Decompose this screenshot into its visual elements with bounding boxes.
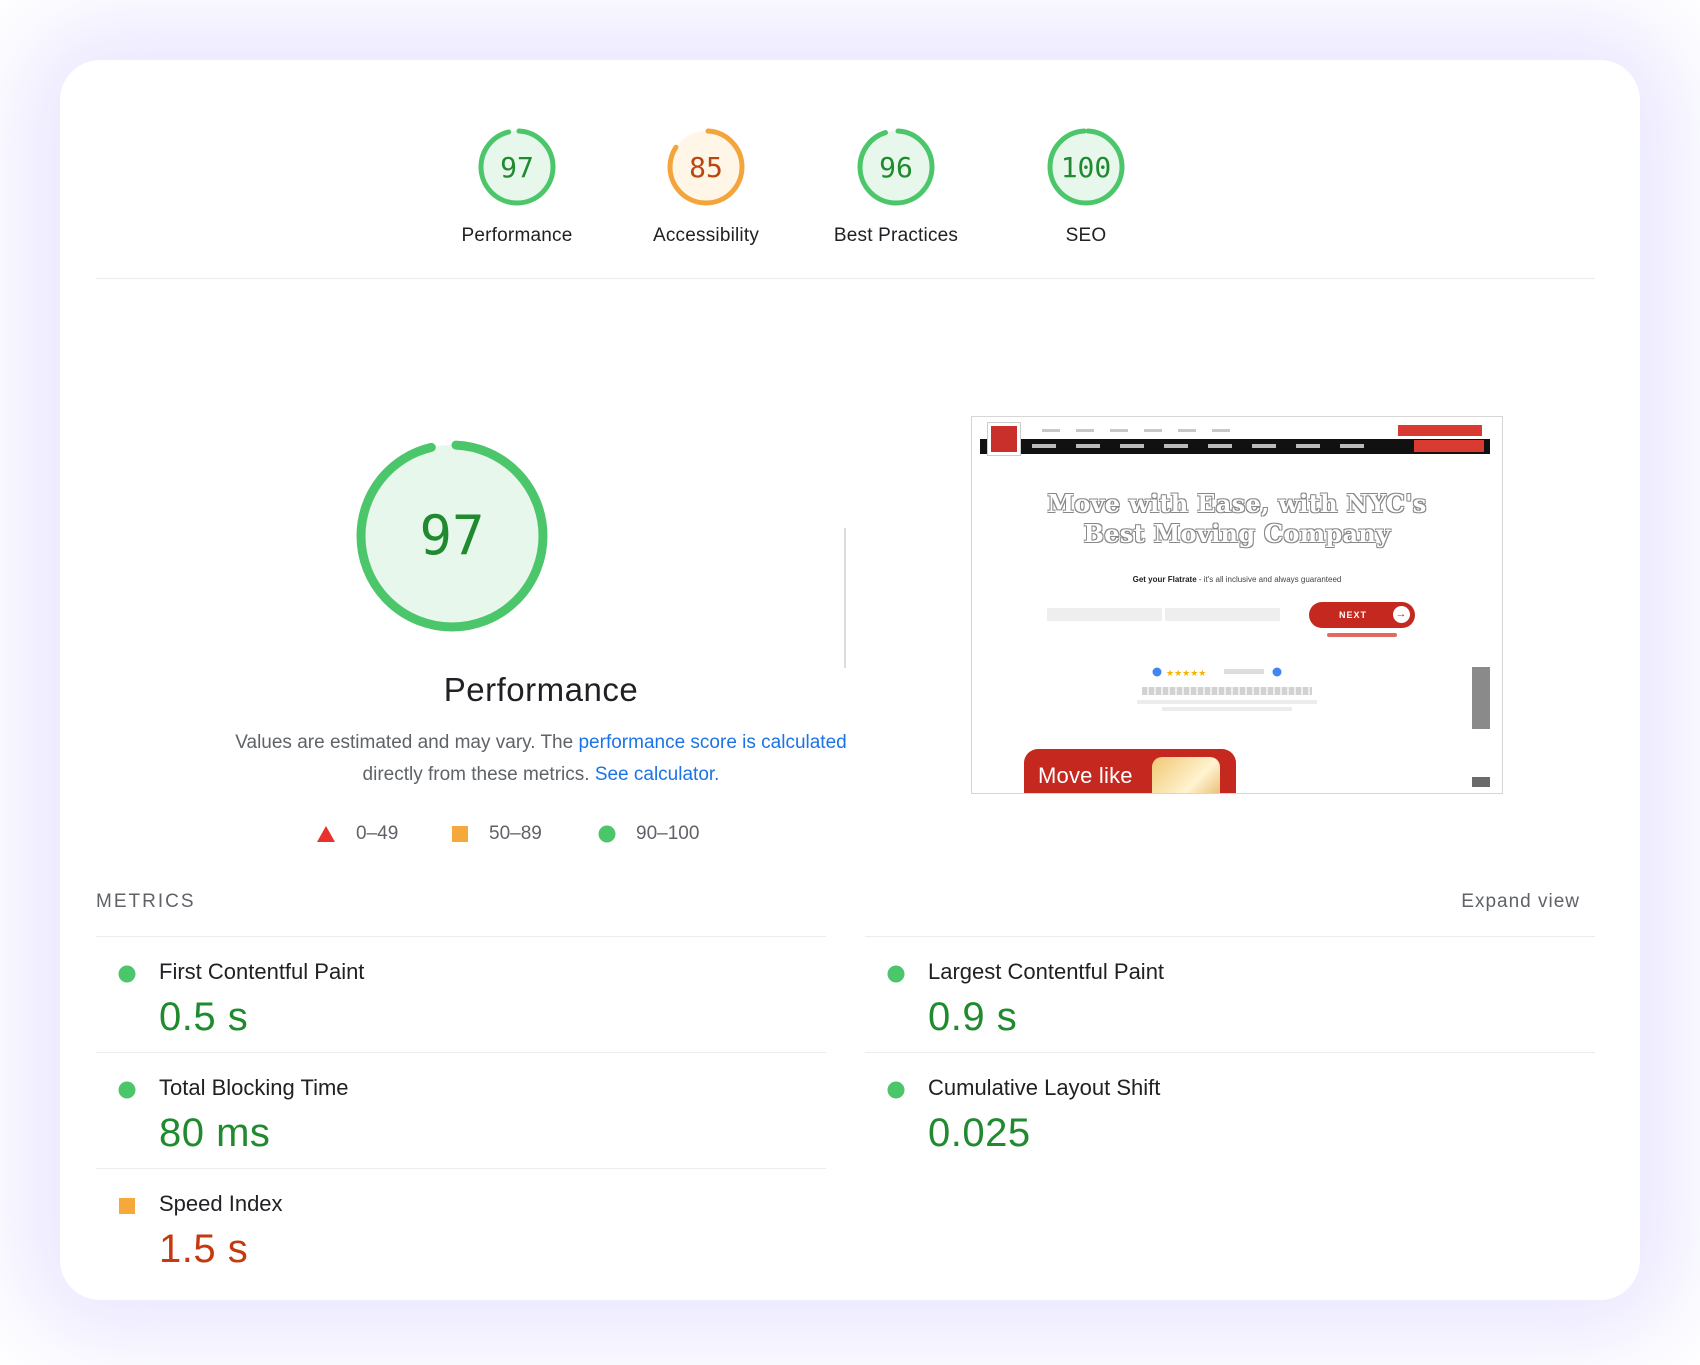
- site-subheadline: Get your Flatrate - it's all inclusive a…: [972, 575, 1502, 584]
- pass-circle-icon: [118, 1081, 136, 1104]
- vertical-divider: [844, 528, 846, 668]
- square-icon: [452, 826, 468, 842]
- performance-description: Values are estimated and may vary. The p…: [221, 727, 861, 791]
- gauge-performance[interactable]: 97 Performance: [437, 127, 597, 247]
- sub-rest: - it's all inclusive and always guarante…: [1196, 575, 1342, 584]
- gauge-label: SEO: [1065, 225, 1107, 246]
- expand-view-toggle[interactable]: Expand view: [1461, 891, 1580, 913]
- gauge-ring: 97: [478, 128, 556, 206]
- site-navbar-links: [1032, 444, 1382, 448]
- gauge-accessibility[interactable]: 85 Accessibility: [626, 127, 786, 247]
- description-text: directly from these metrics.: [362, 764, 595, 785]
- average-square-icon: [118, 1197, 136, 1220]
- pass-circle-icon: [887, 1081, 905, 1104]
- performance-score-link[interactable]: performance score is calculated: [578, 732, 846, 753]
- next-button: NEXT: [1309, 602, 1415, 628]
- gauge-label: Best Practices: [833, 225, 959, 246]
- sub-bold: Get your Flatrate: [1132, 575, 1197, 584]
- gauge-ring: 85: [667, 128, 745, 206]
- gauge-best-practices[interactable]: 96 Best Practices: [816, 127, 976, 247]
- legend-range: 0–49: [356, 823, 399, 844]
- gauge-label: Accessibility: [652, 225, 760, 246]
- metric-name: First Contentful Paint: [159, 959, 365, 984]
- score-legend: 0–49 50–89 90–100: [241, 823, 841, 853]
- performance-title: Performance: [443, 671, 639, 708]
- moving-from-field: [1047, 608, 1162, 621]
- metric-total-blocking-time: Total Blocking Time 80 ms: [96, 1052, 826, 1168]
- gauge-score: 96: [879, 151, 913, 184]
- metric-name: Speed Index: [159, 1191, 283, 1216]
- divider: [96, 278, 1595, 279]
- metric-name: Cumulative Layout Shift: [928, 1075, 1161, 1100]
- triangle-icon: [317, 826, 335, 842]
- metric-value: 80 ms: [159, 1111, 271, 1155]
- svg-text:★★★★★: ★★★★★: [1166, 669, 1206, 677]
- category-gauges: 97 Performance 85 Accessibility 96 Best …: [91, 91, 1600, 279]
- description-text: Values are estimated and may vary. The: [235, 732, 579, 753]
- chat-widget: [1472, 777, 1490, 787]
- metric-name: Largest Contentful Paint: [928, 959, 1165, 984]
- promo-banner: Move like: [1024, 749, 1236, 793]
- promo-image: [1152, 757, 1220, 793]
- lighthouse-report: 97 Performance 85 Accessibility 96 Best …: [91, 91, 1600, 1271]
- site-logo: [988, 423, 1020, 455]
- legend-range: 50–89: [489, 823, 542, 844]
- review-text: [1137, 700, 1317, 704]
- pass-circle-icon: [118, 965, 136, 988]
- headline-line: Best Moving Company: [1083, 519, 1391, 548]
- review-stars: ★★★★★: [1152, 667, 1282, 677]
- social-sidebar: [1472, 667, 1490, 729]
- legend-average: 50–89: [451, 823, 542, 845]
- gauge-label: Performance: [461, 225, 573, 246]
- performance-ring: 97: [356, 440, 548, 632]
- site-cta: [1398, 425, 1482, 436]
- promo-text: Move like: [1038, 763, 1133, 788]
- gauge-ring: 100: [1047, 128, 1125, 206]
- site-headline: Move with Ease, with NYC's Best Moving C…: [1012, 489, 1462, 549]
- call-link: [1327, 633, 1397, 637]
- metric-first-contentful-paint: First Contentful Paint 0.5 s: [96, 936, 826, 1052]
- metrics-heading: METRICS: [96, 891, 196, 912]
- legend-fail: 0–49: [316, 823, 398, 845]
- metric-value: 0.5 s: [159, 995, 249, 1039]
- headline-line: Move with Ease, with NYC's: [1047, 489, 1427, 518]
- review-title: [1142, 687, 1312, 695]
- metric-cumulative-layout-shift: Cumulative Layout Shift 0.025: [865, 1052, 1595, 1168]
- see-calculator-link[interactable]: See calculator.: [595, 764, 720, 785]
- metric-speed-index: Speed Index 1.5 s: [96, 1168, 826, 1271]
- site-topbar-links: [1042, 429, 1242, 432]
- metric-value: 1.5 s: [159, 1227, 249, 1271]
- review-text: [1162, 707, 1292, 711]
- gauge-score: 100: [1061, 151, 1112, 184]
- circle-icon: [598, 825, 616, 843]
- pass-circle-icon: [887, 965, 905, 988]
- gauge-seo[interactable]: 100 SEO: [1006, 127, 1166, 247]
- moving-to-field: [1165, 608, 1280, 621]
- final-screenshot[interactable]: Move with Ease, with NYC's Best Moving C…: [971, 416, 1503, 794]
- site-phone: [1414, 440, 1484, 452]
- performance-gauge-large: 97: [352, 436, 552, 641]
- legend-range: 90–100: [636, 823, 700, 844]
- metric-largest-contentful-paint: Largest Contentful Paint 0.9 s: [865, 936, 1595, 1052]
- gauge-score: 97: [500, 151, 534, 184]
- performance-score: 97: [419, 504, 484, 567]
- gauge-ring: 96: [857, 128, 935, 206]
- metric-name: Total Blocking Time: [159, 1075, 349, 1100]
- gauge-score: 85: [689, 151, 723, 184]
- metric-value: 0.9 s: [928, 995, 1018, 1039]
- metric-value: 0.025: [928, 1111, 1031, 1155]
- legend-pass: 90–100: [598, 823, 699, 845]
